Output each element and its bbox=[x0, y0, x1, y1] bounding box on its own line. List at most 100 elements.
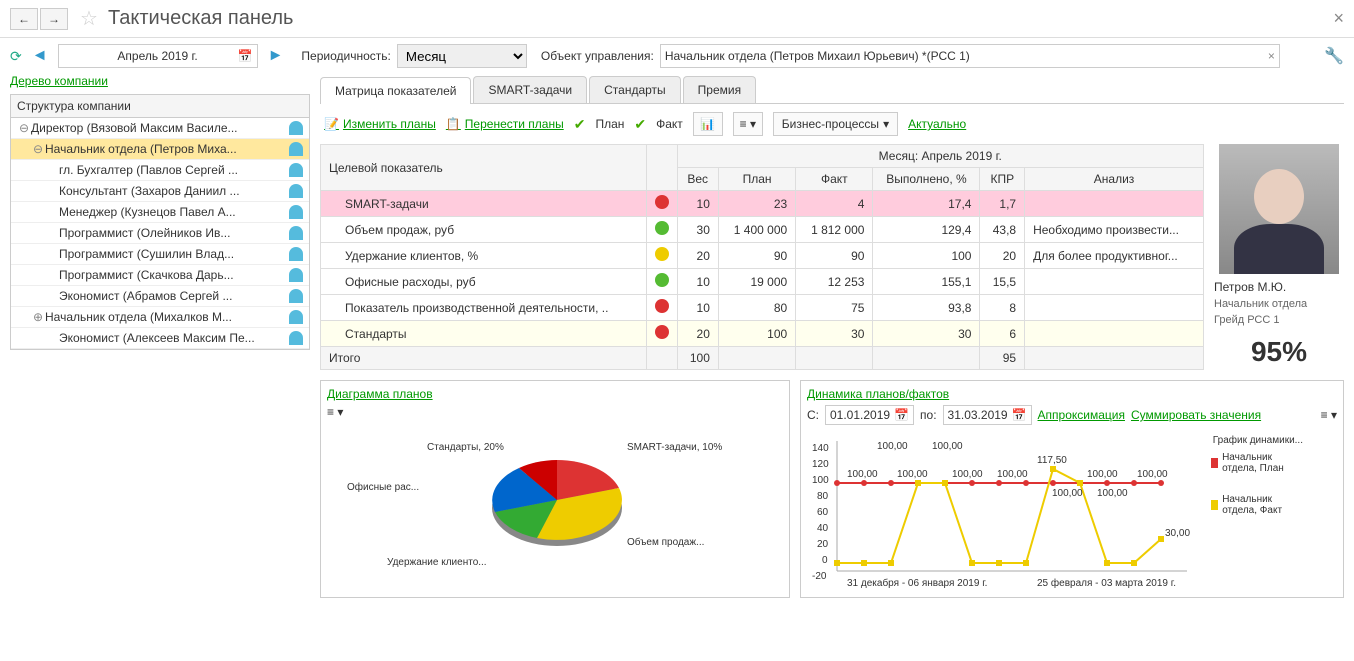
person-icon bbox=[289, 184, 303, 198]
close-icon[interactable]: × bbox=[1333, 8, 1344, 29]
plan-label: План bbox=[595, 117, 624, 131]
refresh-icon[interactable]: ⟳ bbox=[10, 48, 22, 65]
legend-plan: Начальник отдела, План bbox=[1211, 452, 1303, 474]
legend-fact: Начальник отдела, Факт bbox=[1211, 494, 1303, 516]
prev-period-icon[interactable]: ◄ bbox=[28, 47, 52, 65]
avatar bbox=[1219, 144, 1339, 274]
svg-text:Объем продаж...: Объем продаж... bbox=[627, 536, 704, 548]
tree-row[interactable]: Менеджер (Кузнецов Павел А... bbox=[11, 202, 309, 223]
pie-menu-button[interactable]: ≡ ▾ bbox=[327, 405, 343, 419]
page-title: Тактическая панель bbox=[108, 7, 294, 30]
pie-chart: Стандарты, 20% SMART-задачи, 10% Офисные… bbox=[327, 425, 787, 575]
person-icon bbox=[289, 226, 303, 240]
svg-text:0: 0 bbox=[822, 555, 828, 566]
svg-text:100,00: 100,00 bbox=[897, 469, 928, 480]
matrix-row[interactable]: Объем продаж, руб 301 400 0001 812 000 1… bbox=[321, 217, 1204, 243]
tree-row[interactable]: Программист (Сушилин Влад... bbox=[11, 244, 309, 265]
calendar-icon[interactable]: 📅 bbox=[238, 49, 253, 63]
sum-values-link[interactable]: Суммировать значения bbox=[1131, 408, 1261, 422]
matrix-row[interactable]: Стандарты 2010030 306 bbox=[321, 321, 1204, 347]
svg-text:100,00: 100,00 bbox=[877, 441, 908, 452]
matrix-row[interactable]: SMART-задачи 10234 17,41,7 bbox=[321, 191, 1204, 217]
tab[interactable]: Матрица показателей bbox=[320, 77, 471, 104]
favorite-icon[interactable]: ☆ bbox=[80, 6, 98, 31]
svg-text:-20: -20 bbox=[812, 571, 827, 582]
svg-text:Стандарты, 20%: Стандарты, 20% bbox=[427, 442, 504, 453]
profile-score: 95% bbox=[1214, 336, 1344, 368]
back-button[interactable]: ← bbox=[10, 8, 38, 30]
svg-text:100,00: 100,00 bbox=[847, 469, 878, 480]
svg-text:40: 40 bbox=[817, 523, 829, 534]
svg-text:100,00: 100,00 bbox=[1137, 469, 1168, 480]
svg-text:20: 20 bbox=[817, 539, 829, 550]
tree-row[interactable]: Программист (Скачкова Дарь... bbox=[11, 265, 309, 286]
line-menu-button[interactable]: ≡ ▾ bbox=[1321, 408, 1337, 422]
svg-text:100: 100 bbox=[812, 475, 829, 486]
person-icon bbox=[289, 331, 303, 345]
periodicity-select[interactable]: Месяц bbox=[397, 44, 527, 68]
svg-text:120: 120 bbox=[812, 459, 829, 470]
svg-text:100,00: 100,00 bbox=[1097, 488, 1128, 499]
edit-plans-button[interactable]: 📝 Изменить планы bbox=[324, 117, 436, 131]
clear-object-icon[interactable]: × bbox=[1268, 49, 1275, 63]
svg-text:Офисные рас...: Офисные рас... bbox=[347, 481, 419, 493]
matrix-row[interactable]: Удержание клиентов, % 209090 10020Для бо… bbox=[321, 243, 1204, 269]
matrix-row[interactable]: Офисные расходы, руб 1019 00012 253 155,… bbox=[321, 269, 1204, 295]
check-icon: ✔ bbox=[634, 116, 646, 133]
object-input[interactable]: Начальник отдела (Петров Михаил Юрьевич)… bbox=[660, 44, 1280, 68]
periodicity-label: Периодичность: bbox=[301, 49, 390, 63]
status-icon bbox=[655, 325, 669, 339]
settings-icon[interactable]: 🔧 bbox=[1324, 46, 1344, 66]
profile-grade: Грейд РСС 1 bbox=[1214, 314, 1344, 326]
person-icon bbox=[289, 268, 303, 282]
forward-button[interactable]: → bbox=[40, 8, 68, 30]
svg-text:25 февраля - 03 марта 2019 г.: 25 февраля - 03 марта 2019 г. bbox=[1037, 577, 1176, 589]
status-icon bbox=[655, 221, 669, 235]
profile-role: Начальник отдела bbox=[1214, 298, 1344, 310]
svg-text:100,00: 100,00 bbox=[932, 441, 963, 452]
object-label: Объект управления: bbox=[541, 49, 654, 63]
company-tree: ⊖Директор (Вязовой Максим Василе...⊖Нача… bbox=[10, 118, 310, 350]
matrix-row[interactable]: Показатель производственной деятельности… bbox=[321, 295, 1204, 321]
line-title: Динамика планов/фактов bbox=[807, 387, 1337, 401]
person-icon bbox=[289, 310, 303, 324]
business-processes-button[interactable]: Бизнес-процессы ▾ bbox=[773, 112, 898, 136]
period-input[interactable]: Апрель 2019 г. 📅 bbox=[58, 44, 258, 68]
date-to-input[interactable]: 31.03.2019 📅 bbox=[943, 405, 1032, 425]
list-view-button[interactable]: ≡ ▾ bbox=[733, 112, 763, 136]
tab[interactable]: Стандарты bbox=[589, 76, 681, 103]
tree-header: Структура компании bbox=[10, 94, 310, 118]
svg-text:100,00: 100,00 bbox=[952, 469, 983, 480]
tree-row[interactable]: Программист (Олейников Ив... bbox=[11, 223, 309, 244]
fact-label: Факт bbox=[656, 117, 683, 131]
actual-link[interactable]: Актуально bbox=[908, 117, 966, 131]
date-from-input[interactable]: 01.01.2019 📅 bbox=[825, 405, 914, 425]
svg-text:100,00: 100,00 bbox=[997, 469, 1028, 480]
chart-view-button[interactable]: 📊 bbox=[693, 112, 723, 136]
tab[interactable]: SMART-задачи bbox=[473, 76, 587, 103]
company-tree-link[interactable]: Дерево компании bbox=[10, 74, 108, 88]
status-icon bbox=[655, 195, 669, 209]
pie-title: Диаграмма планов bbox=[327, 387, 783, 401]
move-plans-button[interactable]: 📋 Перенести планы bbox=[446, 117, 564, 131]
person-icon bbox=[289, 142, 303, 156]
tree-row[interactable]: гл. Бухгалтер (Павлов Сергей ... bbox=[11, 160, 309, 181]
svg-text:31 декабря - 06 января 2019 г.: 31 декабря - 06 января 2019 г. bbox=[847, 577, 987, 589]
tree-row[interactable]: ⊖Начальник отдела (Петров Миха... bbox=[11, 139, 309, 160]
tree-row[interactable]: Экономист (Абрамов Сергей ... bbox=[11, 286, 309, 307]
pie-chart-panel: Диаграмма планов ≡ ▾ Стандарты, 20% SMAR… bbox=[320, 380, 790, 598]
tab[interactable]: Премия bbox=[683, 76, 756, 103]
tree-row[interactable]: Консультант (Захаров Даниил ... bbox=[11, 181, 309, 202]
tree-row[interactable]: ⊕Начальник отдела (Михалков М... bbox=[11, 307, 309, 328]
line-chart-panel: Динамика планов/фактов С: 01.01.2019 📅 п… bbox=[800, 380, 1344, 598]
kpi-matrix: Целевой показатель Месяц: Апрель 2019 г.… bbox=[320, 144, 1204, 370]
svg-text:117,50: 117,50 bbox=[1037, 455, 1067, 466]
tree-row[interactable]: ⊖Директор (Вязовой Максим Василе... bbox=[11, 118, 309, 139]
approximation-link[interactable]: Аппроксимация bbox=[1038, 408, 1125, 422]
line-chart: 140 120 100 80 60 40 20 0 -20 bbox=[807, 431, 1207, 591]
svg-text:80: 80 bbox=[817, 491, 829, 502]
next-period-icon[interactable]: ► bbox=[264, 47, 288, 65]
tree-row[interactable]: Экономист (Алексеев Максим Пе... bbox=[11, 328, 309, 349]
person-icon bbox=[289, 247, 303, 261]
svg-text:Удержание клиенто...: Удержание клиенто... bbox=[387, 557, 487, 568]
